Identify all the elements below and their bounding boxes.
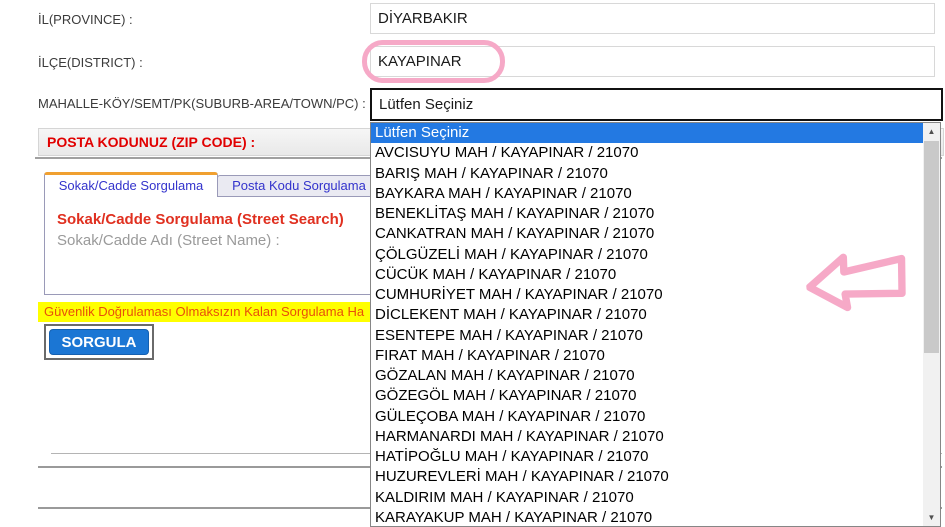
suburb-dropdown-list: Lütfen Seçiniz AVCISUYU MAH / KAYAPINAR … [370, 122, 941, 527]
tab-postal-code-search[interactable]: Posta Kodu Sorgulama [217, 175, 381, 197]
dropdown-option[interactable]: HATİPOĞLU MAH / KAYAPINAR / 21070 [371, 447, 923, 467]
dropdown-option[interactable]: BARIŞ MAH / KAYAPINAR / 21070 [371, 164, 923, 184]
dropdown-option[interactable]: HUZUREVLERİ MAH / KAYAPINAR / 21070 [371, 467, 923, 487]
dropdown-option[interactable]: ESENTEPE MAH / KAYAPINAR / 21070 [371, 326, 923, 346]
province-label: İL(PROVINCE) : [38, 12, 133, 27]
scroll-down-icon[interactable]: ▼ [923, 509, 940, 526]
scroll-up-icon[interactable]: ▲ [923, 123, 940, 140]
province-input[interactable] [370, 3, 935, 34]
suburb-select[interactable]: Lütfen Seçiniz [370, 88, 943, 121]
dropdown-option[interactable]: BAYKARA MAH / KAYAPINAR / 21070 [371, 184, 923, 204]
dropdown-option[interactable]: AVCISUYU MAH / KAYAPINAR / 21070 [371, 143, 923, 163]
query-button-outline: SORGULA [44, 324, 154, 360]
dropdown-scrollbar[interactable]: ▲ ▼ [923, 123, 940, 526]
dropdown-option-selected[interactable]: Lütfen Seçiniz [371, 123, 923, 143]
dropdown-option[interactable]: GÖZEGÖL MAH / KAYAPINAR / 21070 [371, 386, 923, 406]
dropdown-option[interactable]: CÜCÜK MAH / KAYAPINAR / 21070 [371, 265, 923, 285]
scrollbar-thumb[interactable] [924, 141, 939, 353]
suburb-label: MAHALLE-KÖY/SEMT/PK(SUBURB-AREA/TOWN/PC)… [38, 96, 366, 111]
postal-code-lookup-page: İL(PROVINCE) : İLÇE(DISTRICT) : MAHALLE-… [0, 0, 945, 527]
dropdown-option[interactable]: GÜLEÇOBA MAH / KAYAPINAR / 21070 [371, 407, 923, 427]
district-label: İLÇE(DISTRICT) : [38, 55, 143, 70]
dropdown-option[interactable]: DİCLEKENT MAH / KAYAPINAR / 21070 [371, 305, 923, 325]
district-input[interactable] [370, 46, 935, 77]
dropdown-option[interactable]: CANKATRAN MAH / KAYAPINAR / 21070 [371, 224, 923, 244]
dropdown-option[interactable]: BENEKLİTAŞ MAH / KAYAPINAR / 21070 [371, 204, 923, 224]
dropdown-option[interactable]: HARMANARDI MAH / KAYAPINAR / 21070 [371, 427, 923, 447]
query-button[interactable]: SORGULA [49, 329, 149, 355]
suburb-select-value: Lütfen Seçiniz [379, 96, 473, 113]
dropdown-option[interactable]: KARAYAKUP MAH / KAYAPINAR / 21070 [371, 508, 923, 527]
dropdown-option[interactable]: KALDIRIM MAH / KAYAPINAR / 21070 [371, 488, 923, 508]
dropdown-option[interactable]: FIRAT MAH / KAYAPINAR / 21070 [371, 346, 923, 366]
dropdown-option[interactable]: ÇÖLGÜZELİ MAH / KAYAPINAR / 21070 [371, 245, 923, 265]
dropdown-option[interactable]: CUMHURİYET MAH / KAYAPINAR / 21070 [371, 285, 923, 305]
dropdown-option[interactable]: GÖZALAN MAH / KAYAPINAR / 21070 [371, 366, 923, 386]
tab-street-search[interactable]: Sokak/Cadde Sorgulama [44, 172, 218, 197]
